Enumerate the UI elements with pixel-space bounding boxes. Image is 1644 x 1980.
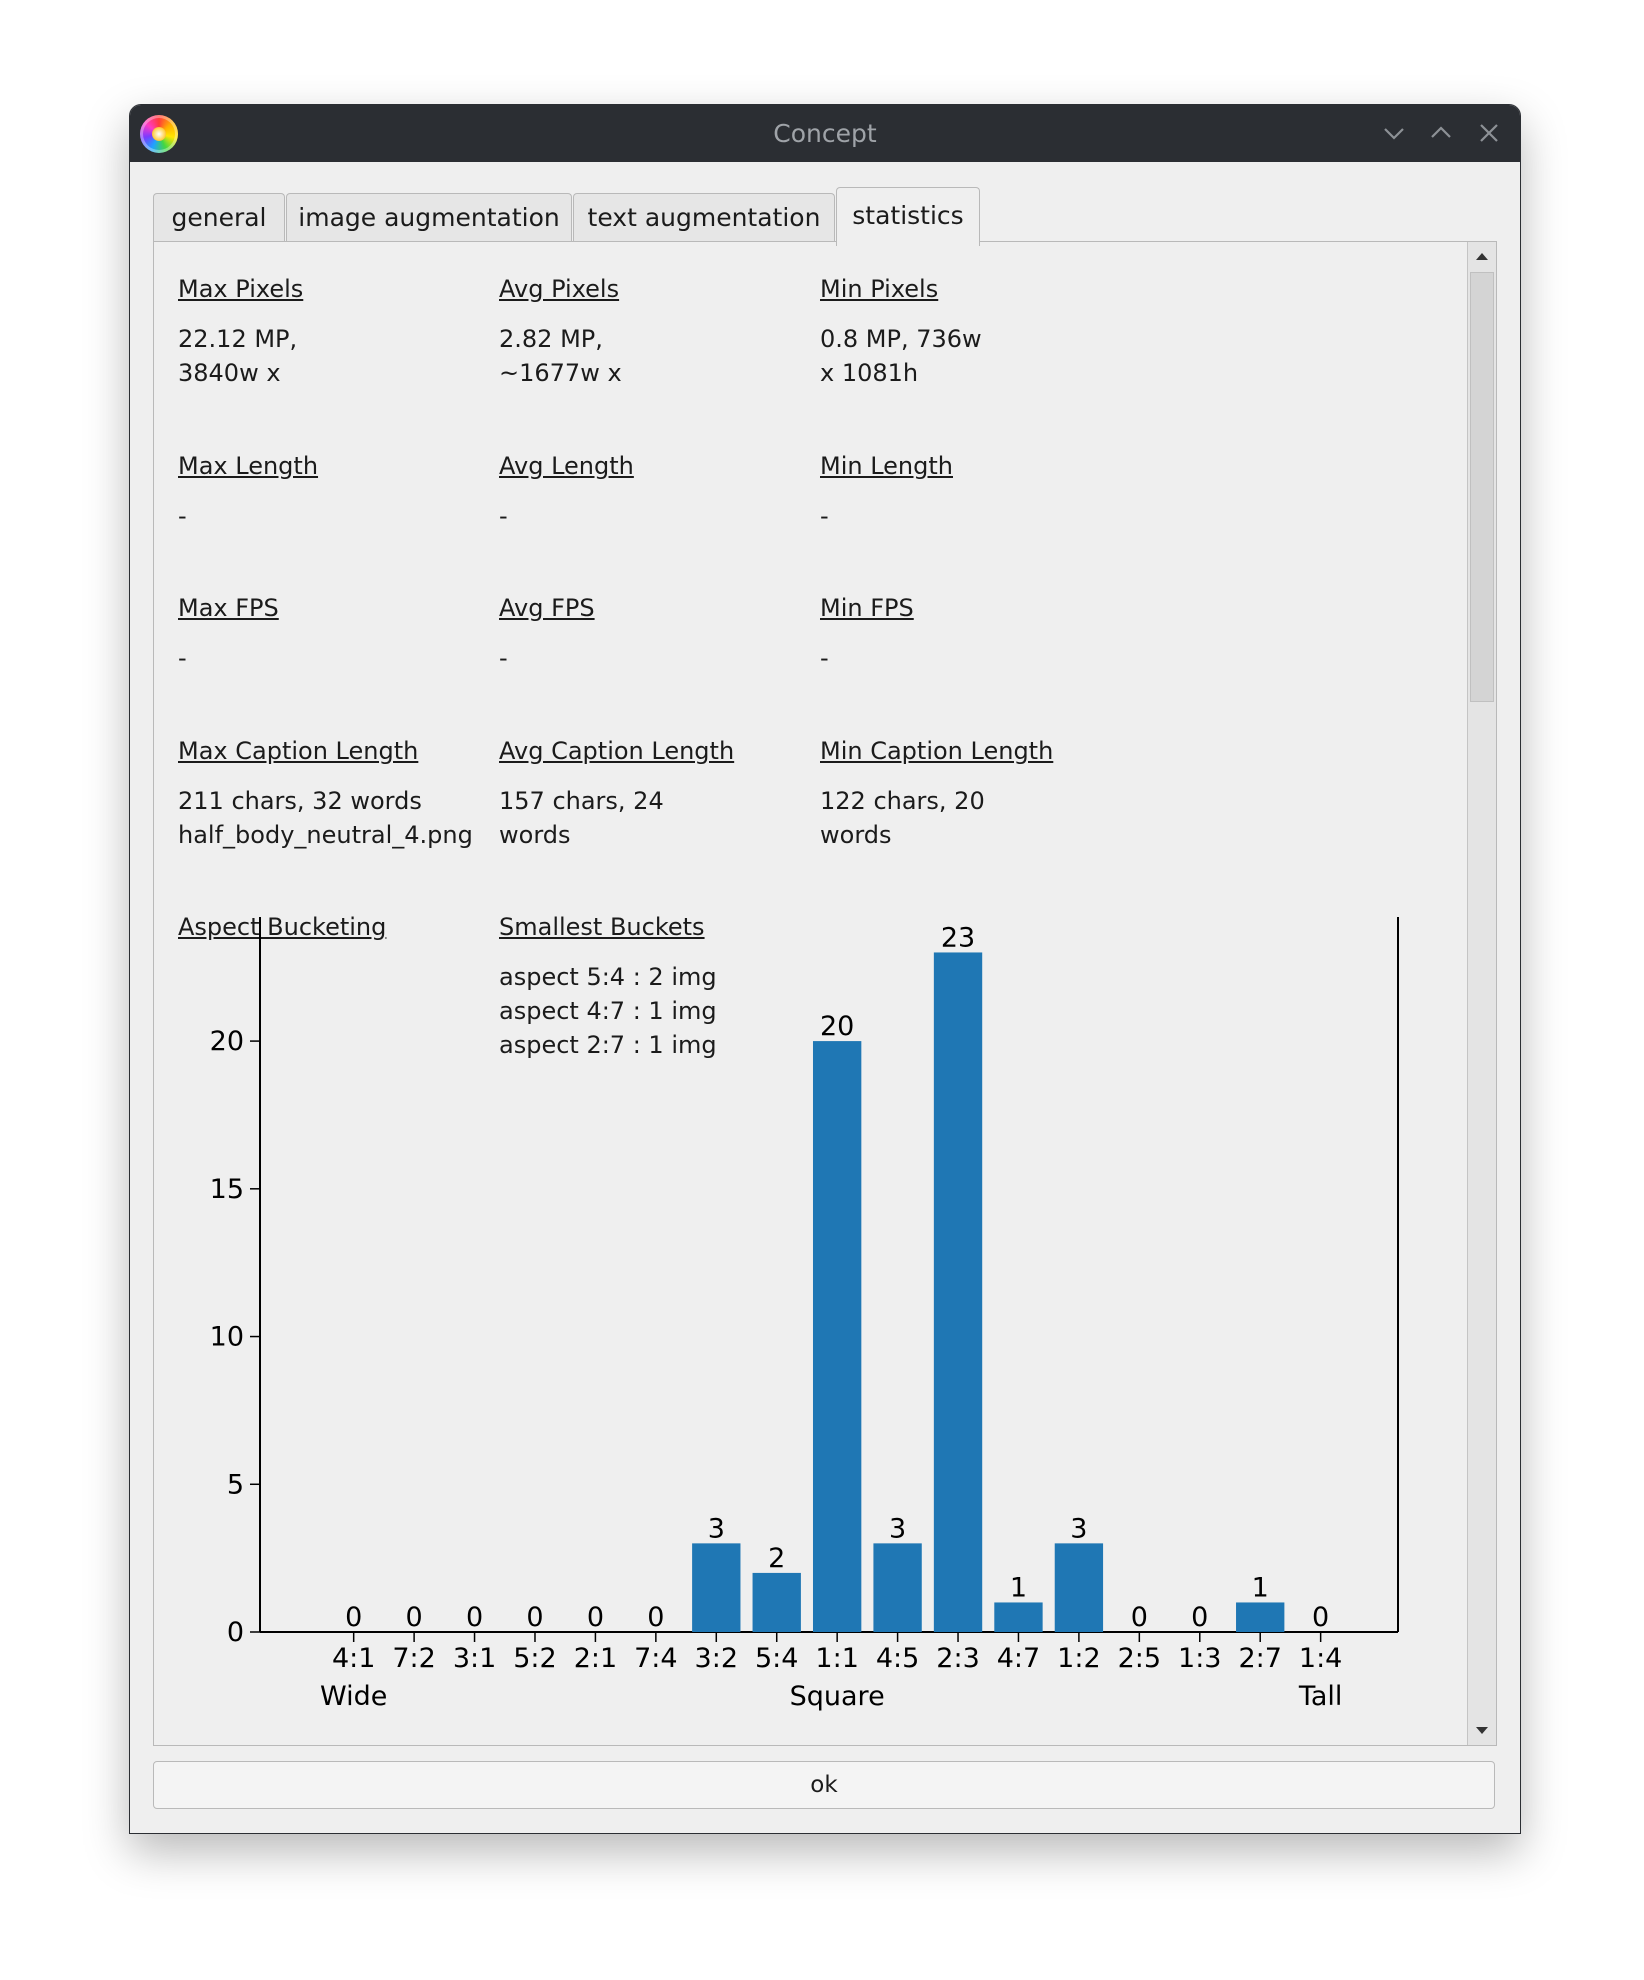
scroll-down-arrow-icon[interactable]: [1468, 1717, 1496, 1745]
statistics-panel: Max Pixels Avg Pixels Min Pixels 22.12 M…: [153, 241, 1497, 1746]
bar-data-label: 3: [708, 1513, 725, 1544]
x-tick-label: 1:1: [815, 1643, 858, 1674]
y-tick-label: 5: [227, 1469, 244, 1500]
tab-text-augmentation[interactable]: text augmentation: [573, 193, 835, 244]
tab-general[interactable]: general: [153, 193, 285, 244]
bar-data-label: 2: [768, 1543, 785, 1574]
x-tick-label: 1:2: [1057, 1643, 1100, 1674]
group-label-tall: Tall: [1298, 1681, 1343, 1712]
x-tick-label: 3:1: [453, 1643, 496, 1674]
x-tick-label: 7:2: [392, 1643, 435, 1674]
x-tick-label: 2:5: [1118, 1643, 1161, 1674]
maximize-button[interactable]: [1427, 119, 1455, 147]
bar-data-label: 1: [1010, 1572, 1027, 1603]
bar-data-label: 20: [820, 1011, 854, 1042]
bar-2-7: [1236, 1602, 1285, 1632]
bar-3-2: [692, 1543, 741, 1632]
chevron-down-icon: [1384, 128, 1404, 140]
bar-data-label: 0: [1312, 1602, 1329, 1633]
bar-4-7: [994, 1602, 1043, 1632]
tab-statistics[interactable]: statistics: [836, 187, 980, 246]
x-tick-label: 1:4: [1299, 1643, 1342, 1674]
x-tick-label: 2:7: [1238, 1643, 1281, 1674]
x-tick-label: 2:1: [574, 1643, 617, 1674]
x-tick-label: 4:1: [332, 1643, 375, 1674]
bar-1-2: [1054, 1543, 1104, 1632]
y-tick-label: 15: [210, 1174, 244, 1205]
x-tick-label: 7:4: [634, 1643, 677, 1674]
close-button[interactable]: [1475, 119, 1503, 147]
x-tick-label: 4:7: [997, 1643, 1040, 1674]
bar-data-label: 0: [345, 1602, 362, 1633]
title-bar[interactable]: Concept: [130, 105, 1520, 162]
bar-data-label: 0: [647, 1602, 664, 1633]
x-tick-label: 2:3: [936, 1643, 979, 1674]
bar-data-label: 0: [526, 1602, 543, 1633]
bar-1-1: [812, 1041, 862, 1632]
scroll-up-arrow-icon[interactable]: [1468, 242, 1496, 270]
bar-data-label: 0: [587, 1602, 604, 1633]
ok-button[interactable]: ok: [153, 1761, 1495, 1809]
x-tick-label: 4:5: [876, 1643, 919, 1674]
x-tick-label: 5:2: [513, 1643, 556, 1674]
bar-data-label: 23: [941, 922, 975, 953]
bar-data-label: 0: [466, 1602, 483, 1633]
bar-5-4: [752, 1572, 801, 1632]
aspect-bucket-chart: 0510152004:107:203:105:202:107:433:225:4…: [210, 917, 1399, 1712]
tab-image-augmentation[interactable]: image augmentation: [286, 193, 572, 244]
y-tick-label: 0: [227, 1617, 244, 1648]
x-tick-label: 3:2: [695, 1643, 738, 1674]
bar-4-5: [873, 1543, 922, 1632]
close-icon: [1480, 124, 1498, 142]
chevron-up-icon: [1431, 126, 1451, 138]
window-title: Concept: [773, 119, 877, 148]
bar-data-label: 3: [1070, 1513, 1087, 1544]
bar-data-label: 3: [889, 1513, 906, 1544]
bar-data-label: 0: [1191, 1602, 1208, 1633]
statistics-content: Max Pixels Avg Pixels Min Pixels 22.12 M…: [154, 242, 1468, 1745]
group-label-wide: Wide: [320, 1681, 387, 1712]
minimize-button[interactable]: [1380, 119, 1408, 147]
x-tick-label: 1:3: [1178, 1643, 1221, 1674]
y-tick-label: 10: [210, 1322, 244, 1353]
group-label-square: Square: [790, 1681, 885, 1712]
x-tick-label: 5:4: [755, 1643, 798, 1674]
concept-window: Concept general image augmentation text …: [129, 104, 1521, 1834]
vertical-scrollbar[interactable]: [1467, 242, 1496, 1745]
scrollbar-thumb[interactable]: [1470, 272, 1494, 702]
bar-data-label: 1: [1252, 1572, 1269, 1603]
bar-2-3: [933, 952, 983, 1632]
bar-data-label: 0: [406, 1602, 423, 1633]
y-tick-label: 20: [210, 1026, 244, 1057]
bar-data-label: 0: [1131, 1602, 1148, 1633]
